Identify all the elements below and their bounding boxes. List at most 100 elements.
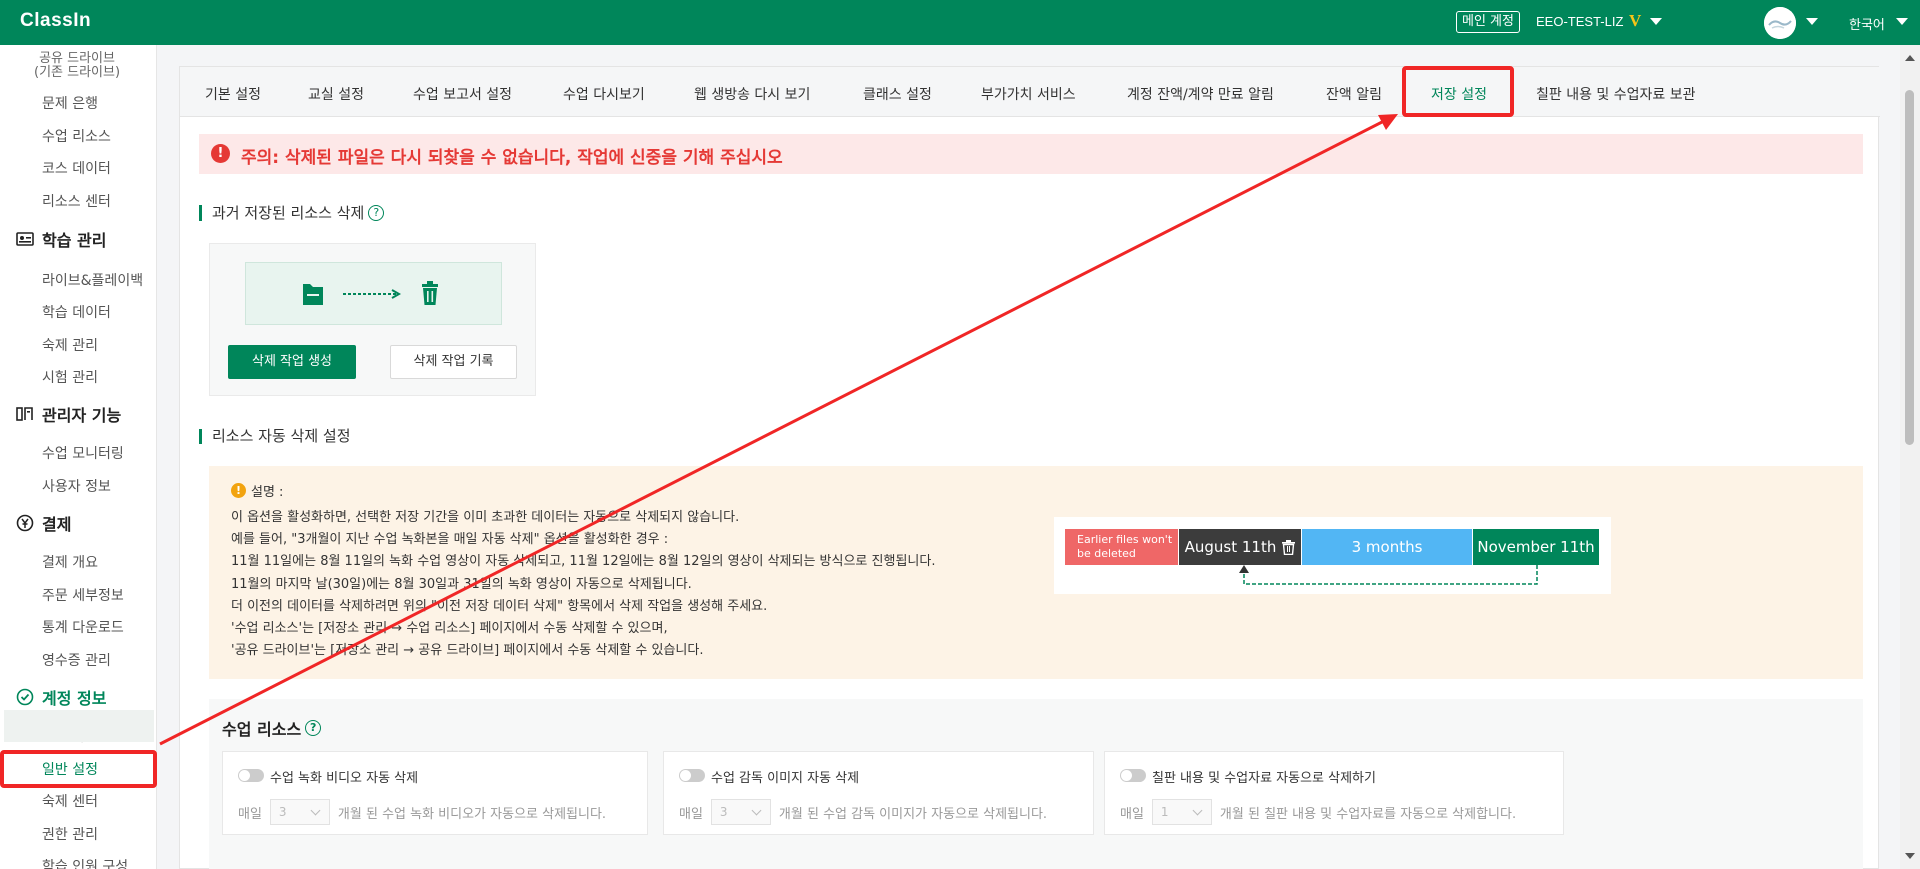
- tab-classroom-settings[interactable]: 교실 설정: [308, 84, 364, 104]
- auto-delete-whiteboard-toggle[interactable]: [1120, 769, 1146, 782]
- gear-circle-icon: [16, 688, 34, 706]
- help-icon[interactable]: ?: [305, 720, 322, 736]
- tab-class-settings[interactable]: 클래스 설정: [863, 84, 932, 104]
- section-title-auto-delete: 리소스 자동 삭제 설정: [199, 429, 351, 444]
- help-icon[interactable]: ?: [368, 205, 385, 221]
- app-logo[interactable]: ClassIn: [20, 10, 91, 32]
- exclamation-icon: !: [211, 144, 230, 163]
- sidebar-group-label: 계정 정보: [42, 689, 107, 708]
- description-line: 이 옵션을 활성화하면, 선택한 저장 기간을 이미 초과한 데이터는 자동으로…: [231, 510, 740, 525]
- warning-alert: ! 주의: 삭제된 파일은 다시 되찾을 수 없습니다, 작업에 신중을 기해 …: [199, 134, 1863, 174]
- description-line: '수업 리소스'는 [저장소 관리 → 수업 리소스] 페이지에서 수동 삭제할…: [231, 621, 668, 636]
- section-title-delete-past: 과거 저장된 리소스 삭제 ?: [199, 203, 385, 222]
- sidebar-item-homework-management[interactable]: 숙제 관리: [42, 335, 98, 355]
- tab-whiteboard-archive[interactable]: 칠판 내용 및 수업자료 보관: [1536, 84, 1695, 104]
- page-scrollbar[interactable]: [1900, 45, 1920, 869]
- sidebar-item-question-bank[interactable]: 문제 은행: [42, 93, 98, 113]
- description-title: 설명 :: [251, 485, 284, 500]
- account-name[interactable]: EEO-TEST-LIZ: [1536, 14, 1623, 29]
- sidebar-item-sublabel: (기존 드라이브): [34, 65, 121, 80]
- description-heading: ! 설명 :: [231, 481, 283, 500]
- image-months-select[interactable]: 3: [710, 799, 771, 825]
- sidebar-group-label: 결제: [42, 515, 72, 534]
- sidebar-item-learning-data[interactable]: 학습 데이터: [42, 302, 111, 322]
- yen-circle-icon: [16, 514, 34, 532]
- description-line: 더 이전의 데이터를 삭제하려면 위의 "이전 저장 데이터 삭제" 항목에서 …: [231, 599, 768, 614]
- sidebar-item-user-info[interactable]: 사용자 정보: [42, 476, 111, 496]
- account-type-badge: 메인 계정: [1456, 11, 1520, 33]
- scroll-thumb[interactable]: [1905, 90, 1914, 445]
- sidebar-item-class-monitoring[interactable]: 수업 모니터링: [42, 443, 124, 463]
- sidebar-item-course-data[interactable]: 코스 데이터: [42, 158, 111, 178]
- account-chevron-down-icon[interactable]: [1650, 18, 1662, 25]
- sidebar-item-resource-center[interactable]: 리소스 센터: [42, 191, 111, 211]
- sidebar-item-shared-drive[interactable]: 공유 드라이브 (기존 드라이브): [34, 52, 120, 80]
- auto-delete-whiteboard-label: 칠판 내용 및 수업자료 자동으로 삭제하기: [1152, 771, 1376, 786]
- sidebar-active-highlight: [4, 710, 154, 742]
- sidebar-item-permission-management[interactable]: 권한 관리: [42, 824, 98, 844]
- sidebar-item-order-details[interactable]: 주문 세부정보: [42, 585, 124, 605]
- row-suffix: 개월 된 수업 녹화 비디오가 자동으로 삭제됩니다.: [337, 806, 607, 822]
- video-months-select[interactable]: 3: [269, 799, 330, 825]
- info-icon: !: [231, 483, 246, 498]
- sidebar-item-stats-download[interactable]: 통계 다운로드: [42, 617, 124, 637]
- auto-delete-image-label: 수업 감독 이미지 자동 삭제: [711, 771, 860, 786]
- card-title-text: 수업 리소스: [222, 720, 302, 739]
- sidebar-item-learner-composition[interactable]: 학습 인원 구성: [42, 856, 128, 869]
- description-line: 11월 11일에는 8월 11일의 녹화 수업 영상이 자동 삭제되고, 11월…: [231, 554, 936, 569]
- avatar-chevron-down-icon[interactable]: [1806, 18, 1818, 25]
- sidebar-item-exam-management[interactable]: 시험 관리: [42, 367, 98, 387]
- retention-timeline: Earlier files won't be deleted August 11…: [1054, 517, 1611, 594]
- sidebar-group-payment[interactable]: 결제: [16, 511, 71, 535]
- scroll-down-arrow-icon[interactable]: [1905, 853, 1915, 859]
- auto-delete-image-row: 매일 3 개월 된 수업 감독 이미지가 자동으로 삭제됩니다.: [679, 799, 1047, 825]
- language-chevron-down-icon[interactable]: [1896, 18, 1908, 25]
- scroll-up-arrow-icon[interactable]: [1905, 55, 1915, 61]
- folder-icon: [303, 284, 323, 305]
- sidebar-group-label: 관리자 기능: [42, 406, 122, 425]
- sidebar-item-live-playback[interactable]: 라이브&플레이백: [42, 270, 143, 290]
- row-suffix: 개월 된 칠판 내용 및 수업자료를 자동으로 삭제합니다.: [1219, 806, 1517, 822]
- create-delete-task-button[interactable]: 삭제 작업 생성: [228, 345, 356, 379]
- sidebar-item-receipt-management[interactable]: 영수증 관리: [42, 650, 111, 670]
- delete-illustration: [245, 262, 502, 325]
- sidebar-item-payment-overview[interactable]: 결제 개요: [42, 552, 98, 572]
- vip-badge: V: [1629, 11, 1642, 30]
- auto-delete-video-label: 수업 녹화 비디오 자동 삭제: [270, 771, 419, 786]
- tab-web-live-replay[interactable]: 웹 생방송 다시 보기: [694, 84, 810, 104]
- main-panel: 기본 설정 교실 설정 수업 보고서 설정 수업 다시보기 웹 생방송 다시 보…: [179, 66, 1880, 869]
- sidebar-group-account[interactable]: 계정 정보: [16, 685, 106, 709]
- auto-delete-image-card: 수업 감독 이미지 자동 삭제 매일 3 개월 된 수업 감독 이미지가 자동으…: [663, 751, 1094, 835]
- tab-class-report-settings[interactable]: 수업 보고서 설정: [413, 84, 512, 104]
- sidebar-item-class-resources[interactable]: 수업 리소스: [42, 126, 111, 146]
- language-selector[interactable]: 한국어: [1849, 14, 1885, 33]
- section-title-text: 과거 저장된 리소스 삭제: [212, 203, 365, 222]
- alert-text: 주의: 삭제된 파일은 다시 되찾을 수 없습니다, 작업에 신중을 기해 주십…: [241, 148, 783, 168]
- avatar[interactable]: [1764, 7, 1796, 39]
- auto-delete-video-row: 매일 3 개월 된 수업 녹화 비디오가 자동으로 삭제됩니다.: [238, 799, 606, 825]
- delete-past-card: 삭제 작업 생성 삭제 작업 기록: [209, 243, 536, 396]
- tab-value-added-services[interactable]: 부가가치 서비스: [981, 84, 1076, 104]
- sidebar-item-homework-center[interactable]: 숙제 센터: [42, 791, 98, 811]
- description-line: 예를 들어, "3개월이 지난 수업 녹화본을 매일 자동 삭제" 옵션을 활성…: [231, 532, 669, 547]
- sidebar-group-admin[interactable]: 관리자 기능: [16, 402, 121, 426]
- auto-delete-video-card: 수업 녹화 비디오 자동 삭제 매일 3 개월 된 수업 녹화 비디오가 자동으…: [222, 751, 648, 835]
- auto-delete-whiteboard-row: 매일 1 개월 된 칠판 내용 및 수업자료를 자동으로 삭제합니다.: [1120, 799, 1516, 825]
- annotation-highlight-tab: [1402, 66, 1514, 117]
- sidebar: 공유 드라이브 (기존 드라이브) 문제 은행 수업 리소스 코스 데이터 리소…: [0, 45, 157, 869]
- whiteboard-months-select[interactable]: 1: [1151, 799, 1212, 825]
- row-prefix: 매일: [1120, 806, 1144, 822]
- tab-balance-contract-alert[interactable]: 계정 잔액/계약 만료 알림: [1127, 84, 1274, 104]
- class-resources-title: 수업 리소스 ?: [222, 716, 322, 740]
- auto-delete-video-toggle[interactable]: [238, 769, 264, 782]
- trash-icon: [422, 281, 438, 305]
- tab-balance-alert[interactable]: 잔액 알림: [1326, 84, 1382, 104]
- auto-delete-image-toggle[interactable]: [679, 769, 705, 782]
- tab-basic-settings[interactable]: 기본 설정: [205, 84, 261, 104]
- sidebar-group-learning[interactable]: 학습 관리: [16, 227, 106, 251]
- tab-class-replay[interactable]: 수업 다시보기: [563, 84, 645, 104]
- timeline-return-arrow: [1239, 565, 1538, 585]
- row-prefix: 매일: [679, 806, 703, 822]
- delete-task-history-button[interactable]: 삭제 작업 기록: [390, 345, 517, 379]
- annotation-highlight-sidebar: [0, 750, 157, 788]
